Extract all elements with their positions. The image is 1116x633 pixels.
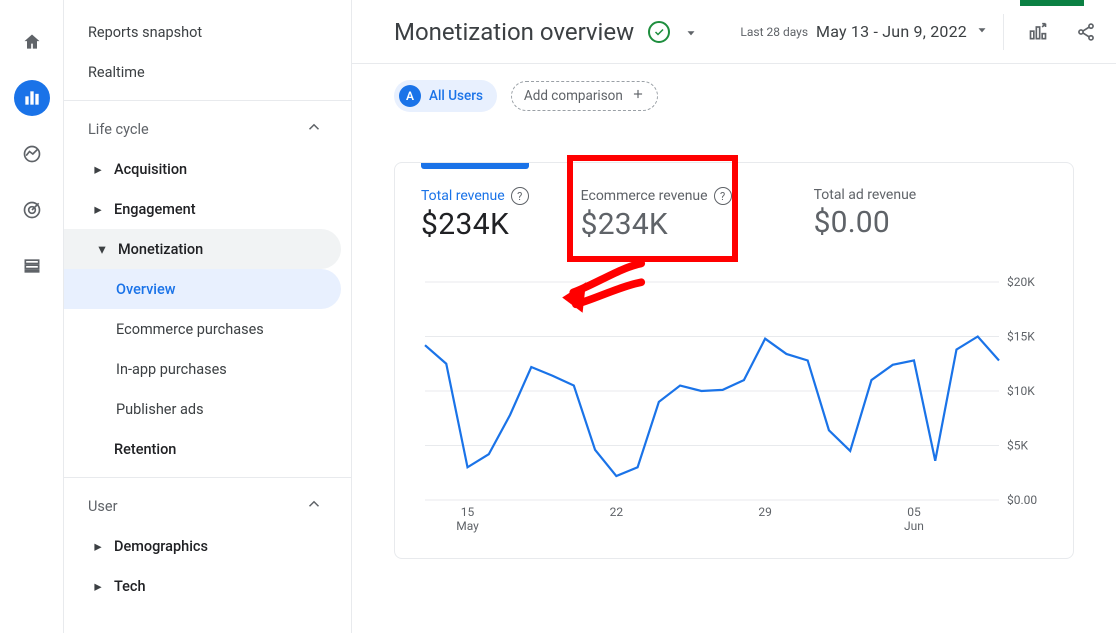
sidebar-item-publisher-ads[interactable]: Publisher ads [64, 389, 341, 429]
metric-value: $234K [421, 207, 529, 242]
sidebar-item-label: Publisher ads [116, 401, 204, 418]
sidebar-item-retention[interactable]: Retention [64, 429, 341, 469]
sidebar: Reports snapshot Realtime Life cycle ▸ A… [64, 0, 352, 633]
divider [64, 100, 351, 101]
sidebar-item-label: Demographics [114, 538, 208, 555]
chip-label: All Users [429, 88, 483, 104]
sidebar-group-life-cycle[interactable]: Life cycle [64, 109, 341, 149]
advertising-icon[interactable] [14, 192, 50, 228]
svg-text:$0.00: $0.00 [1007, 493, 1037, 507]
main-content: Monetization overview Last 28 days May 1… [352, 0, 1116, 633]
svg-text:$5K: $5K [1007, 439, 1028, 453]
caret-right-icon: ▸ [88, 538, 108, 555]
metric-label-text: Total ad revenue [814, 187, 917, 203]
top-actions [1003, 14, 1104, 50]
explore-icon[interactable] [14, 136, 50, 172]
chip-all-users[interactable]: A All Users [394, 80, 497, 112]
sidebar-item-label: Acquisition [114, 161, 187, 178]
metric-total-ad-revenue[interactable]: Total ad revenue $0.00 [814, 187, 917, 242]
sidebar-item-ecommerce-purchases[interactable]: Ecommerce purchases [64, 309, 341, 349]
check-circle-icon[interactable] [648, 21, 670, 43]
home-icon[interactable] [14, 24, 50, 60]
page-title: Monetization overview [394, 18, 634, 46]
share-icon[interactable] [1068, 14, 1104, 50]
sidebar-item-label: In-app purchases [116, 361, 227, 378]
configure-icon[interactable] [14, 248, 50, 284]
metric-label: Total ad revenue [814, 187, 917, 203]
sidebar-item-reports-snapshot[interactable]: Reports snapshot [64, 12, 341, 52]
sidebar-group-label: Life cycle [88, 121, 149, 138]
help-icon[interactable]: ? [714, 187, 732, 205]
sidebar-group-label: User [88, 498, 118, 515]
metric-value: $0.00 [814, 205, 917, 240]
add-comparison-button[interactable]: Add comparison [511, 81, 658, 111]
chevron-down-icon [975, 23, 989, 41]
caret-right-icon: ▸ [88, 161, 108, 178]
sidebar-item-realtime[interactable]: Realtime [64, 52, 341, 92]
chip-badge: A [399, 85, 421, 107]
sidebar-group-user[interactable]: User [64, 486, 341, 526]
metric-value: $234K [581, 207, 732, 242]
chevron-up-icon [305, 118, 323, 140]
svg-text:$15K: $15K [1007, 330, 1035, 344]
metric-label: Ecommerce revenue ? [581, 187, 732, 205]
chevron-down-icon[interactable] [684, 18, 698, 46]
sidebar-item-label: Engagement [114, 201, 196, 218]
sidebar-item-label: Tech [114, 578, 146, 595]
metric-label: Total revenue ? [421, 187, 529, 205]
date-range-value: May 13 - Jun 9, 2022 [816, 22, 967, 41]
sidebar-item-label: Retention [114, 441, 176, 458]
spacer [88, 441, 108, 458]
svg-text:15: 15 [461, 505, 475, 519]
svg-text:Jun: Jun [904, 519, 924, 533]
header-bar: Monetization overview Last 28 days May 1… [352, 0, 1116, 64]
chip-label: Add comparison [524, 88, 623, 104]
sidebar-item-label: Monetization [118, 241, 203, 258]
sidebar-item-monetization[interactable]: ▾ Monetization [64, 229, 341, 269]
sidebar-item-engagement[interactable]: ▸ Engagement [64, 189, 341, 229]
date-range-picker[interactable]: Last 28 days May 13 - Jun 9, 2022 [740, 22, 989, 41]
page-title-wrap: Monetization overview [394, 18, 698, 46]
reports-icon[interactable] [14, 80, 50, 116]
active-metric-indicator [421, 163, 529, 169]
svg-text:$20K: $20K [1007, 276, 1035, 289]
metrics-row: Total revenue ? $234K Ecommerce revenue … [421, 173, 1047, 246]
help-icon[interactable]: ? [511, 187, 529, 205]
svg-text:22: 22 [610, 505, 624, 519]
revenue-card: Total revenue ? $234K Ecommerce revenue … [394, 162, 1074, 559]
svg-text:05: 05 [907, 505, 921, 519]
sidebar-item-tech[interactable]: ▸ Tech [64, 566, 341, 606]
svg-text:May: May [456, 519, 479, 533]
date-range-label: Last 28 days [740, 25, 808, 39]
metric-label-text: Total revenue [421, 188, 505, 204]
sidebar-item-acquisition[interactable]: ▸ Acquisition [64, 149, 341, 189]
metric-ecommerce-revenue[interactable]: Ecommerce revenue ? $234K [581, 187, 732, 242]
sidebar-item-label: Overview [116, 281, 176, 298]
sidebar-item-in-app-purchases[interactable]: In-app purchases [64, 349, 341, 389]
sidebar-item-label: Ecommerce purchases [116, 321, 264, 338]
sidebar-item-overview[interactable]: Overview [64, 269, 341, 309]
caret-right-icon: ▸ [88, 201, 108, 218]
metric-label-text: Ecommerce revenue [581, 188, 708, 204]
svg-text:$10K: $10K [1007, 384, 1035, 398]
sidebar-item-demographics[interactable]: ▸ Demographics [64, 526, 341, 566]
revenue-chart: $0.00 $5K $10K $15K $20K 15May 22 29 05Jun [421, 276, 1047, 536]
plus-icon [631, 87, 645, 105]
chart-svg: $0.00 $5K $10K $15K $20K 15May 22 29 05Jun [421, 276, 1047, 536]
nav-rail [0, 0, 64, 633]
caret-down-icon: ▾ [92, 241, 112, 258]
customize-icon[interactable] [1020, 14, 1056, 50]
caret-right-icon: ▸ [88, 578, 108, 595]
comparison-chips: A All Users Add comparison [352, 64, 1116, 118]
chevron-up-icon [305, 495, 323, 517]
metric-total-revenue[interactable]: Total revenue ? $234K [421, 187, 529, 242]
svg-text:29: 29 [758, 505, 772, 519]
divider [64, 477, 351, 478]
